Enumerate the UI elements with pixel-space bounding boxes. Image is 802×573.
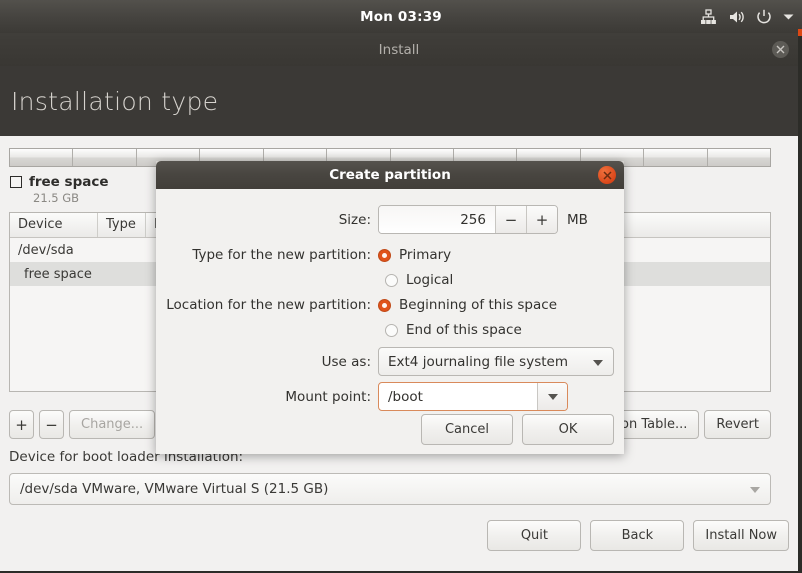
- mount-point-label: Mount point:: [285, 388, 371, 405]
- partition-type-row: Type for the new partition: Primary: [156, 247, 624, 263]
- dialog-title: Create partition: [329, 167, 451, 183]
- size-unit-label: MB: [567, 211, 588, 228]
- window-title: Install: [378, 41, 420, 58]
- radio-logical-label: Logical: [406, 272, 454, 288]
- partition-segment: [10, 149, 74, 166]
- back-button[interactable]: Back: [590, 520, 685, 551]
- radio-primary-label: Primary: [399, 247, 452, 263]
- partition-segment: [644, 149, 708, 166]
- radio-primary[interactable]: Primary: [378, 247, 451, 263]
- chevron-down-icon: [547, 393, 558, 400]
- legend-size: 21.5 GB: [33, 191, 80, 205]
- use-as-select[interactable]: Ext4 journaling file system: [378, 347, 614, 376]
- location-label: Location for the new partition:: [166, 297, 371, 313]
- bootloader-device-value: /dev/sda VMware, VMware Virtual S (21.5 …: [20, 481, 329, 497]
- use-as-row: Use as: Ext4 journaling file system: [156, 347, 624, 376]
- screen: Mon 03:39 Install Installation type free…: [0, 0, 802, 573]
- partition-type-row-2: Logical: [385, 272, 453, 288]
- panel-clock[interactable]: Mon 03:39: [360, 9, 442, 25]
- cell-device: /dev/sda: [18, 242, 74, 258]
- navigation-buttons: Quit Back Install Now: [487, 520, 789, 551]
- column-header-device[interactable]: Device: [10, 213, 98, 237]
- location-row-2: End of this space: [385, 322, 522, 338]
- installer-titlebar: Install: [0, 33, 798, 66]
- network-icon[interactable]: [700, 8, 717, 25]
- dialog-titlebar: Create partition: [156, 161, 624, 189]
- mount-point-combo[interactable]: /boot: [378, 382, 568, 411]
- quit-button[interactable]: Quit: [487, 520, 582, 551]
- dialog-body: Size: 256 − + MB Type for the new partit…: [156, 189, 624, 454]
- close-icon[interactable]: [772, 41, 789, 58]
- dialog-actions: Cancel OK: [421, 414, 614, 445]
- location-row: Location for the new partition: Beginnin…: [156, 297, 624, 313]
- bootloader-device-select[interactable]: /dev/sda VMware, VMware Virtual S (21.5 …: [9, 473, 771, 505]
- partition-segment: [73, 149, 137, 166]
- legend-label: free space: [29, 174, 109, 190]
- page-heading: Installation type: [0, 66, 798, 136]
- radio-selected-icon: [378, 248, 391, 262]
- partition-segment: [708, 149, 770, 166]
- size-field-row: Size: 256 − + MB: [156, 205, 624, 234]
- page-title: Installation type: [11, 86, 219, 116]
- change-button[interactable]: Change...: [69, 410, 156, 439]
- volume-icon[interactable]: [728, 9, 745, 25]
- checkbox-unchecked-icon[interactable]: [10, 176, 22, 188]
- cancel-button[interactable]: Cancel: [421, 414, 513, 445]
- radio-end-label: End of this space: [406, 322, 522, 338]
- radio-logical[interactable]: Logical: [385, 272, 453, 288]
- mount-point-input[interactable]: /boot: [379, 389, 537, 405]
- partition-legend: free space 21.5 GB: [10, 174, 109, 205]
- cell-device: free space: [24, 266, 92, 282]
- radio-beginning-of-space[interactable]: Beginning of this space: [378, 297, 557, 313]
- chevron-down-icon[interactable]: [783, 13, 794, 21]
- radio-end-of-space[interactable]: End of this space: [385, 322, 522, 338]
- mount-point-dropdown-button[interactable]: [537, 383, 567, 410]
- revert-button[interactable]: Revert: [704, 410, 771, 439]
- radio-unselected-icon: [385, 323, 398, 337]
- mount-point-row: Mount point: /boot: [156, 382, 624, 411]
- radio-beginning-label: Beginning of this space: [399, 297, 557, 313]
- create-partition-dialog: Create partition Size: 256 − + MB Type f…: [156, 161, 624, 454]
- size-decrement-button[interactable]: −: [495, 206, 526, 233]
- close-icon[interactable]: [598, 166, 616, 184]
- column-header-type[interactable]: Type: [98, 213, 146, 237]
- add-partition-button[interactable]: +: [9, 410, 34, 439]
- system-tray: [700, 0, 794, 33]
- size-input[interactable]: 256: [379, 206, 495, 233]
- size-label: Size:: [338, 211, 371, 228]
- radio-selected-icon: [378, 298, 391, 312]
- remove-partition-button[interactable]: −: [39, 410, 64, 439]
- use-as-value: Ext4 journaling file system: [388, 353, 568, 370]
- size-increment-button[interactable]: +: [526, 206, 557, 233]
- chevron-down-icon: [750, 487, 760, 493]
- panel-accent-mark: [798, 29, 802, 36]
- chevron-down-icon: [593, 360, 603, 366]
- radio-unselected-icon: [385, 273, 398, 287]
- ok-button[interactable]: OK: [522, 414, 614, 445]
- use-as-label: Use as:: [321, 353, 371, 370]
- install-now-button[interactable]: Install Now: [693, 520, 789, 551]
- partition-type-label: Type for the new partition:: [192, 247, 371, 263]
- size-stepper[interactable]: 256 − +: [378, 205, 558, 234]
- power-icon[interactable]: [756, 9, 772, 25]
- system-panel: Mon 03:39: [0, 0, 802, 36]
